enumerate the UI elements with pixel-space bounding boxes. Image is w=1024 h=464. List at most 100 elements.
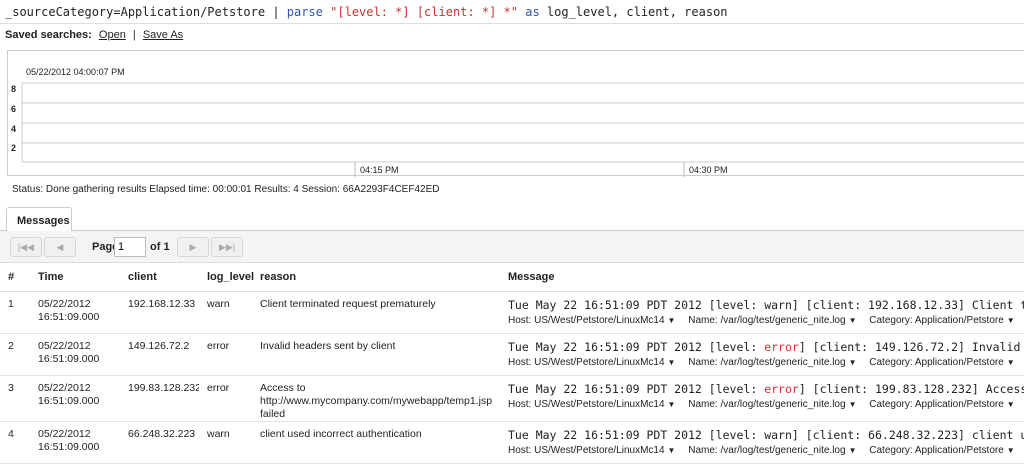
host-field[interactable]: Host: US/West/Petstore/LinuxMc14 — [508, 357, 665, 368]
chevron-down-icon[interactable]: ▼ — [1007, 446, 1015, 455]
status-text: Status: Done gathering results Elapsed t… — [12, 184, 440, 195]
row-number: 1 — [0, 291, 30, 334]
save-as-link[interactable]: Save As — [143, 29, 183, 41]
row-number: 4 — [0, 421, 30, 464]
category-field[interactable]: Category: Application/Petstore — [869, 357, 1004, 368]
y-tick-label: 8 — [11, 84, 16, 94]
column-header-log-level[interactable]: log_level — [199, 263, 254, 292]
page-count-label: of 1 — [150, 241, 170, 253]
table-row[interactable]: 2 05/22/2012 16:51:09.000 149.126.72.2 er… — [0, 333, 1024, 376]
row-log-level: warn — [199, 421, 252, 464]
message-text: Tue May 22 16:51:09 PDT 2012 [level: war… — [508, 428, 1024, 442]
name-field[interactable]: Name: /var/log/test/generic_nite.log — [688, 445, 845, 456]
message-suffix: ] [client: 199.83.128.232] Access to htt… — [798, 381, 1024, 396]
table-row[interactable]: 3 05/22/2012 16:51:09.000 199.83.128.232 … — [0, 375, 1024, 422]
category-field[interactable]: Category: Application/Petstore — [869, 445, 1004, 456]
message-text: Tue May 22 16:51:09 PDT 2012 [level: war… — [508, 298, 1024, 312]
host-field[interactable]: Host: US/West/Petstore/LinuxMc14 — [508, 315, 665, 326]
page-number-input[interactable] — [114, 237, 146, 257]
category-field[interactable]: Category: Application/Petstore — [869, 315, 1004, 326]
column-header-time[interactable]: Time — [30, 263, 120, 292]
table-header-row: # Time client log_level reason Message — [0, 263, 1024, 292]
row-time: 05/22/2012 16:51:09.000 — [30, 375, 120, 422]
x-tick-label: 04:15 PM — [360, 165, 399, 175]
y-grid — [22, 82, 1024, 163]
query-fields: log_level, client, reason — [546, 5, 728, 19]
chevron-down-icon[interactable]: ▼ — [849, 446, 857, 455]
chevron-down-icon[interactable]: ▼ — [668, 316, 676, 325]
row-reason: Client terminated request prematurely — [252, 291, 500, 334]
column-header-reason[interactable]: reason — [252, 263, 500, 292]
histogram-chart: 05/22/2012 04:00:07 PM 8 6 4 2 04:15 PM … — [7, 50, 1024, 177]
prev-page-button[interactable]: ◀ — [44, 237, 76, 257]
row-client: 192.168.12.33 — [120, 291, 199, 334]
results-tabs: Messages — [0, 207, 1024, 232]
row-message: Tue May 22 16:51:09 PDT 2012 [level: war… — [500, 291, 1024, 334]
chevron-down-icon[interactable]: ▼ — [849, 316, 857, 325]
next-page-button[interactable]: ▶ — [177, 237, 209, 257]
message-level: warn — [764, 297, 792, 312]
row-time-text: 16:51:09.000 — [38, 310, 100, 323]
chevron-down-icon[interactable]: ▼ — [849, 400, 857, 409]
row-reason: client used incorrect authentication — [252, 421, 500, 464]
query-pattern: "[level: *] [client: *] *" — [330, 5, 518, 19]
message-prefix: Tue May 22 16:51:09 PDT 2012 [level: — [508, 339, 765, 354]
row-log-level: error — [199, 333, 252, 376]
open-link[interactable]: Open — [99, 29, 126, 41]
chevron-down-icon[interactable]: ▼ — [668, 358, 676, 367]
reason-line: failed — [260, 407, 286, 420]
query-keyword-as: as — [525, 5, 540, 19]
chevron-down-icon[interactable]: ▼ — [668, 446, 676, 455]
x-tick-label: 04:30 PM — [689, 165, 728, 175]
message-suffix: ] [client: 149.126.72.2] Invalid headers… — [798, 339, 1024, 354]
saved-searches-bar: Saved searches: Open | Save As — [5, 29, 183, 41]
column-header-client[interactable]: client — [120, 263, 199, 292]
message-meta: Host: US/West/Petstore/LinuxMc14 ▼ Name: … — [508, 314, 1024, 327]
host-field[interactable]: Host: US/West/Petstore/LinuxMc14 — [508, 445, 665, 456]
message-suffix: ] [client: 66.248.32.223] client used in… — [791, 427, 1024, 442]
name-field[interactable]: Name: /var/log/test/generic_nite.log — [688, 399, 845, 410]
query-keyword-parse: parse — [286, 5, 323, 19]
row-date-text: 05/22/2012 — [38, 339, 91, 352]
category-field[interactable]: Category: Application/Petstore — [869, 399, 1004, 410]
message-text: Tue May 22 16:51:09 PDT 2012 [level: err… — [508, 340, 1024, 354]
column-header-message[interactable]: Message — [500, 263, 1024, 292]
host-field[interactable]: Host: US/West/Petstore/LinuxMc14 — [508, 399, 665, 410]
message-prefix: Tue May 22 16:51:09 PDT 2012 [level: — [508, 427, 765, 442]
reason-line: Access to — [260, 381, 306, 394]
tab-messages[interactable]: Messages — [6, 207, 72, 232]
table-row[interactable]: 1 05/22/2012 16:51:09.000 192.168.12.33 w… — [0, 291, 1024, 334]
chevron-down-icon[interactable]: ▼ — [1007, 316, 1015, 325]
row-reason: Access to http://www.mycompany.com/myweba… — [252, 375, 500, 422]
y-tick-label: 4 — [11, 124, 16, 134]
row-client: 199.83.128.232 — [120, 375, 199, 422]
row-time-text: 16:51:09.000 — [38, 352, 100, 365]
table-row[interactable]: 4 05/22/2012 16:51:09.000 66.248.32.223 w… — [0, 421, 1024, 464]
message-level: error — [764, 339, 799, 354]
message-prefix: Tue May 22 16:51:09 PDT 2012 [level: — [508, 381, 765, 396]
row-time: 05/22/2012 16:51:09.000 — [30, 421, 120, 464]
name-field[interactable]: Name: /var/log/test/generic_nite.log — [688, 315, 845, 326]
row-log-level: error — [199, 375, 252, 422]
chevron-down-icon[interactable]: ▼ — [1007, 358, 1015, 367]
row-client: 66.248.32.223 — [120, 421, 199, 464]
row-time-text: 16:51:09.000 — [38, 440, 100, 453]
column-header-num[interactable]: # — [0, 263, 30, 292]
row-message: Tue May 22 16:51:09 PDT 2012 [level: war… — [500, 421, 1024, 464]
row-reason: Invalid headers sent by client — [252, 333, 500, 376]
first-page-button[interactable]: |◀◀ — [10, 237, 42, 257]
name-field[interactable]: Name: /var/log/test/generic_nite.log — [688, 357, 845, 368]
chevron-down-icon[interactable]: ▼ — [668, 400, 676, 409]
last-page-button[interactable]: ▶▶| — [211, 237, 243, 257]
row-date-text: 05/22/2012 — [38, 381, 91, 394]
message-meta: Host: US/West/Petstore/LinuxMc14 ▼ Name: … — [508, 398, 1024, 411]
row-time-text: 16:51:09.000 — [38, 394, 100, 407]
chevron-down-icon[interactable]: ▼ — [1007, 400, 1015, 409]
message-meta: Host: US/West/Petstore/LinuxMc14 ▼ Name: … — [508, 356, 1024, 369]
row-number: 3 — [0, 375, 30, 422]
chevron-down-icon[interactable]: ▼ — [849, 358, 857, 367]
message-prefix: Tue May 22 16:51:09 PDT 2012 [level: — [508, 297, 765, 312]
message-level: warn — [764, 427, 792, 442]
query-pipe: | — [265, 5, 287, 19]
query-input[interactable]: _sourceCategory=Application/Petstore | p… — [0, 0, 1024, 24]
